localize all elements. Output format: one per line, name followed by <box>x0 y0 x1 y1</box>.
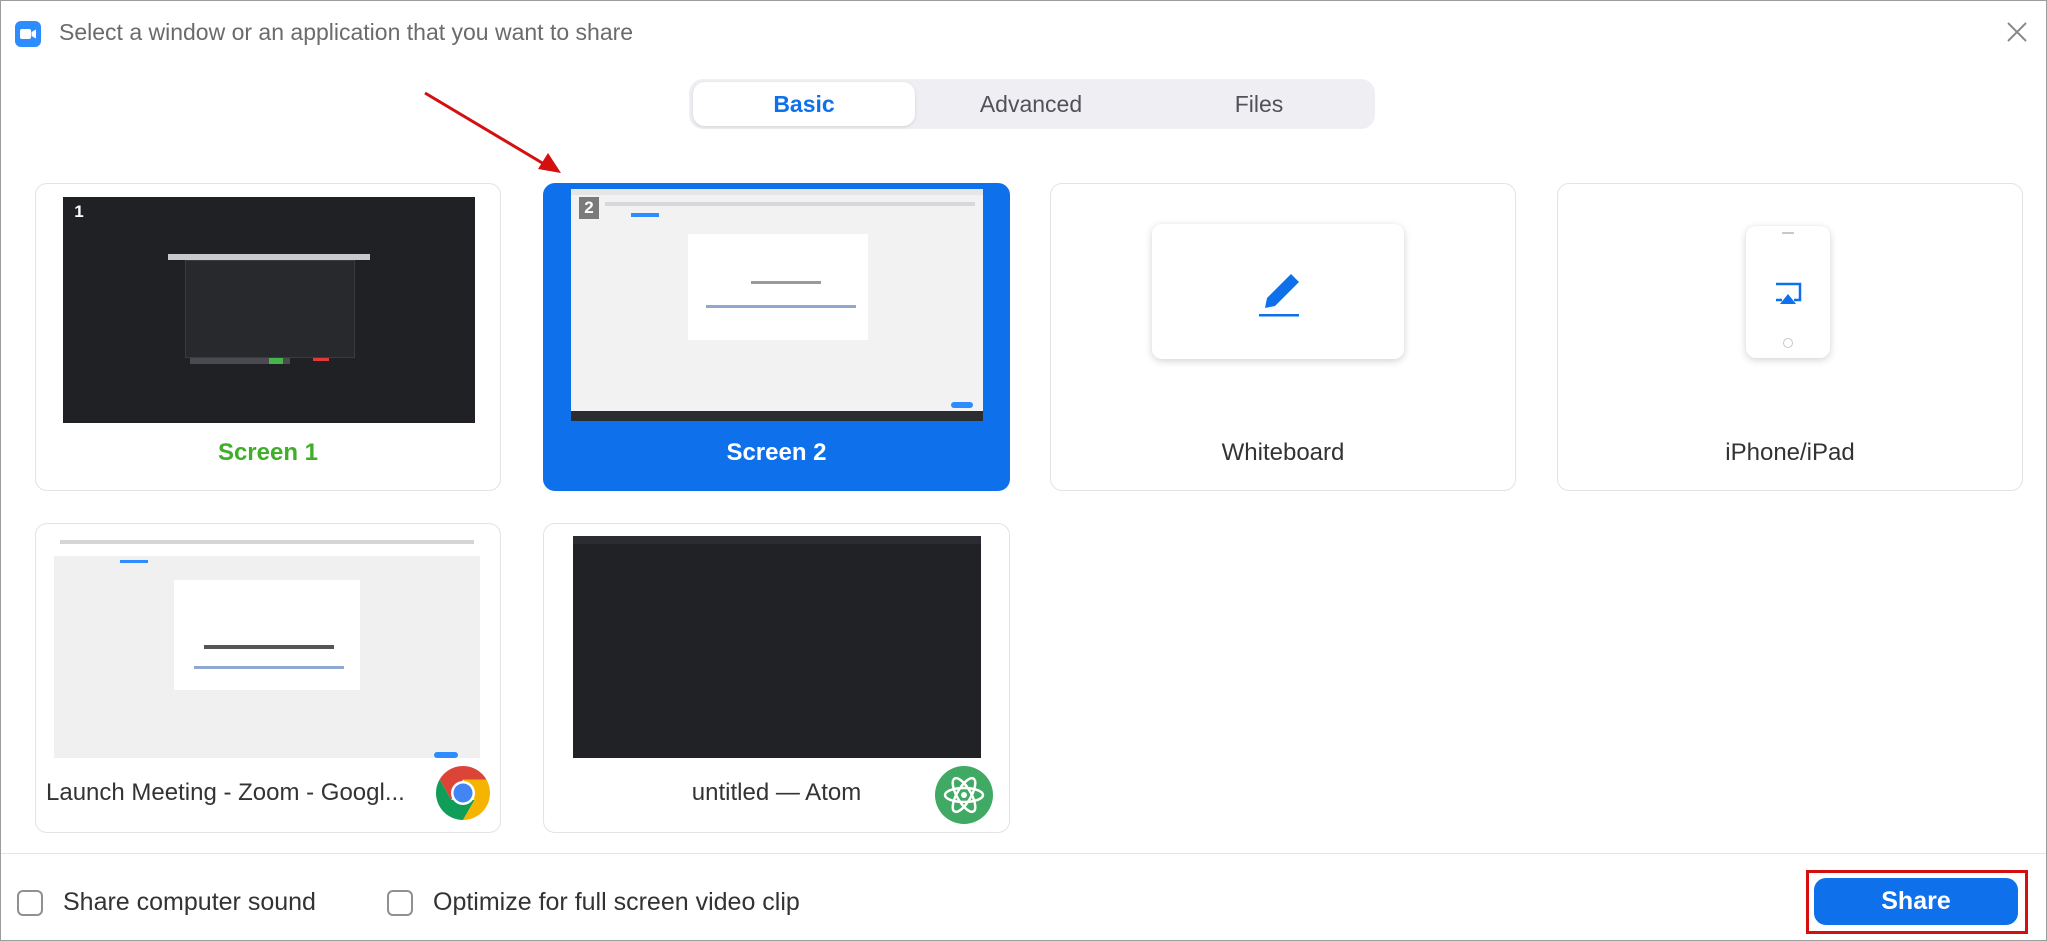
iphone-ipad-label: iPhone/iPad <box>1725 439 1855 466</box>
share-sound-checkbox[interactable] <box>17 889 43 916</box>
tab-files[interactable]: Files <box>1147 79 1371 129</box>
whiteboard-label: Whiteboard <box>1221 439 1345 466</box>
tab-basic[interactable]: Basic <box>693 82 915 126</box>
share-sound-option[interactable]: Share computer sound <box>17 888 316 917</box>
share-sound-label: Share computer sound <box>63 888 316 916</box>
whiteboard-preview <box>1152 224 1404 359</box>
share-button[interactable]: Share <box>1814 878 2018 925</box>
screen-2-label: Screen 2 <box>726 439 827 466</box>
screen-2-thumbnail: 2 <box>571 189 983 421</box>
chrome-window-label: Launch Meeting - Zoom - Googl... <box>46 779 405 806</box>
optimize-video-label: Optimize for full screen video clip <box>433 888 800 916</box>
share-type-tabs: Basic Advanced Files <box>689 79 1375 129</box>
whiteboard-card[interactable]: Whiteboard <box>1050 183 1516 491</box>
zoom-app-icon <box>15 21 41 47</box>
title-bar: Select a window or an application that y… <box>1 1 2046 63</box>
optimize-video-checkbox[interactable] <box>387 889 413 916</box>
phone-preview <box>1746 226 1830 358</box>
chrome-window-card[interactable]: Launch Meeting - Zoom - Googl... <box>35 523 501 833</box>
screen-1-label: Screen 1 <box>217 439 319 466</box>
atom-icon <box>935 766 993 824</box>
tab-advanced[interactable]: Advanced <box>919 79 1143 129</box>
screen-number-badge: 1 <box>74 202 84 221</box>
screen-2-card[interactable]: 2 Screen 2 <box>543 183 1010 491</box>
chrome-window-thumbnail <box>54 530 480 758</box>
optimize-video-option[interactable]: Optimize for full screen video clip <box>387 888 800 917</box>
footer-divider <box>1 853 2046 854</box>
share-screen-dialog: Select a window or an application that y… <box>0 0 2047 941</box>
screen-number-badge: 2 <box>579 197 599 219</box>
pen-icon <box>1259 274 1299 317</box>
atom-window-thumbnail <box>573 536 981 758</box>
iphone-ipad-card[interactable]: iPhone/iPad <box>1557 183 2023 491</box>
screen-1-thumbnail: 1 <box>63 197 475 423</box>
screen-1-card[interactable]: 1 Screen 1 <box>35 183 501 491</box>
close-icon[interactable] <box>2002 17 2032 47</box>
airplay-icon <box>1776 282 1802 304</box>
dialog-title: Select a window or an application that y… <box>59 19 634 45</box>
annotation-arrow <box>424 91 561 173</box>
atom-window-card[interactable]: untitled — Atom <box>543 523 1010 833</box>
chrome-icon <box>433 763 493 823</box>
